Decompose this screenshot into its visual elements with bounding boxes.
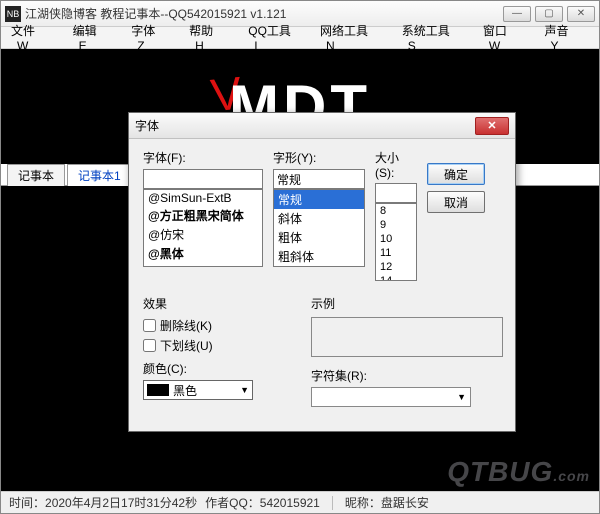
font-dialog: 字体 ✕ 字体(F): @SimSun-ExtB@方正粗黑宋简体@仿宋@黑体 字…: [128, 112, 516, 432]
charset-dropdown[interactable]: ▼: [311, 387, 471, 407]
list-item[interactable]: 11: [376, 246, 416, 260]
tab-notepad-1[interactable]: 记事本1: [67, 164, 132, 186]
style-input[interactable]: [273, 169, 365, 189]
status-nick-label: 昵称：: [345, 494, 381, 511]
color-name: 黑色: [173, 382, 197, 399]
list-item[interactable]: 8: [376, 204, 416, 218]
list-item[interactable]: @方正粗黑宋简体: [144, 206, 262, 225]
list-item[interactable]: 9: [376, 218, 416, 232]
ok-button[interactable]: 确定: [427, 163, 485, 185]
list-item[interactable]: 粗体: [274, 228, 364, 247]
list-item[interactable]: 常规: [274, 190, 364, 209]
list-item[interactable]: @仿宋: [144, 225, 262, 244]
underline-checkbox[interactable]: 下划线(U): [143, 337, 293, 354]
font-input[interactable]: [143, 169, 263, 189]
chevron-down-icon: ▼: [240, 385, 249, 395]
color-label: 颜色(C):: [143, 360, 293, 377]
dialog-titlebar[interactable]: 字体 ✕: [129, 113, 515, 139]
status-time-value: 2020年4月2日17时31分42秒: [45, 494, 197, 511]
strikeout-checkbox[interactable]: 删除线(K): [143, 317, 293, 334]
chevron-down-icon: ▼: [457, 392, 466, 402]
color-swatch: [147, 384, 169, 396]
list-item[interactable]: 12: [376, 260, 416, 274]
list-item[interactable]: 14: [376, 274, 416, 281]
font-label: 字体(F):: [143, 149, 263, 166]
dialog-close-button[interactable]: ✕: [475, 117, 509, 135]
size-listbox[interactable]: 891011121416: [375, 203, 417, 281]
list-item[interactable]: 斜体: [274, 209, 364, 228]
sample-box: [311, 317, 503, 357]
style-label: 字形(Y):: [273, 149, 365, 166]
charset-label: 字符集(R):: [311, 367, 503, 384]
list-item[interactable]: @SimSun-ExtB: [144, 190, 262, 206]
status-author-label: 作者QQ：: [205, 494, 260, 511]
list-item[interactable]: @黑体: [144, 244, 262, 263]
tab-notepad[interactable]: 记事本: [7, 164, 65, 186]
effects-title: 效果: [143, 295, 293, 312]
menubar: 文件 W编辑 E字体 Z帮助 HQQ工具 I网络工具 N系统工具 S窗口 W声音…: [1, 27, 599, 49]
list-item[interactable]: 粗斜体: [274, 247, 364, 266]
status-nick-value: 盘踞长安: [381, 494, 429, 511]
list-item[interactable]: 10: [376, 232, 416, 246]
cancel-button[interactable]: 取消: [427, 191, 485, 213]
dialog-title: 字体: [135, 117, 475, 134]
size-label: 大小(S):: [375, 149, 417, 180]
sample-title: 示例: [311, 295, 503, 312]
size-input[interactable]: [375, 183, 417, 203]
status-author-value: 542015921: [260, 496, 320, 510]
statusbar: 时间： 2020年4月2日17时31分42秒 作者QQ： 542015921 昵…: [1, 491, 599, 513]
color-dropdown[interactable]: 黑色 ▼: [143, 380, 253, 400]
status-time-label: 时间：: [9, 494, 45, 511]
font-listbox[interactable]: @SimSun-ExtB@方正粗黑宋简体@仿宋@黑体: [143, 189, 263, 267]
style-listbox[interactable]: 常规斜体粗体粗斜体: [273, 189, 365, 267]
